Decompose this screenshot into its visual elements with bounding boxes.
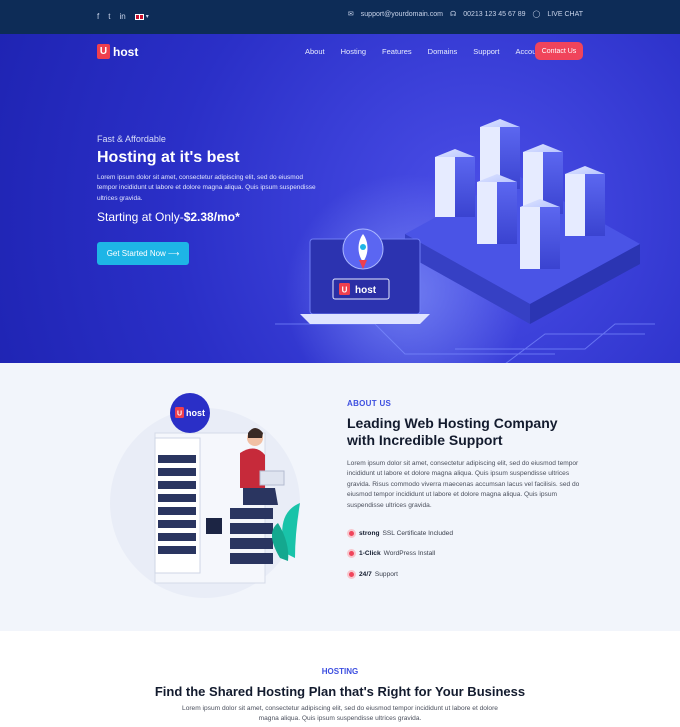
language-selector[interactable]: ▾ (134, 12, 149, 22)
badge-name: host (186, 408, 205, 418)
get-started-label: Get Started Now (106, 249, 166, 258)
feature-support-text: Support (374, 571, 398, 578)
hosting-body: Lorem ipsum dolor sit amet, consectetur … (182, 705, 498, 723)
router-box (206, 518, 222, 534)
arrow-right-icon: ⟶ (167, 249, 180, 258)
get-started-button[interactable]: Get Started Now ⟶ (97, 242, 189, 265)
facebook-icon[interactable]: f (97, 12, 99, 22)
feature-ssl-text: SSL Certificate Included (382, 530, 454, 537)
hero-price: Starting at Only-$2.38/mo* (97, 210, 240, 224)
check-badge-icon (347, 529, 356, 538)
chevron-down-icon: ▾ (145, 14, 149, 20)
price-value: $2.38/mo* (183, 210, 240, 224)
hosting-title: Find the Shared Hosting Plan that's Righ… (154, 684, 526, 699)
price-prefix: Starting at Only- (97, 210, 184, 224)
nav-item-support[interactable]: Support (473, 47, 499, 56)
twitter-icon[interactable]: t (108, 12, 110, 22)
contact-us-button[interactable]: Contact Us (535, 42, 583, 60)
feature-wordpress-text: WordPress Install (383, 550, 436, 557)
laptop-logo-mark: U (342, 286, 348, 295)
hero-illustration: U host (275, 119, 655, 363)
check-badge-icon (347, 549, 356, 558)
nav-item-about[interactable]: About (305, 47, 325, 56)
badge-mark: U (177, 411, 182, 418)
chat-icon: ◯ (532, 11, 541, 18)
about-kicker: ABOUT US (347, 399, 392, 408)
laptop-logo-name: host (355, 285, 377, 296)
feature-ssl-bold: strong (359, 530, 380, 537)
logo-mark: U (97, 44, 110, 59)
feature-wordpress-bold: 1-Click (359, 550, 381, 557)
about-illustration: U host (110, 393, 300, 598)
hero-title: Hosting at it's best (97, 149, 240, 166)
about-body: Lorem ipsum dolor sit amet, consectetur … (347, 460, 580, 509)
hero-section: U host About Hosting Features Domains Su… (0, 34, 680, 363)
contact-info: ✉ support@yourdomain.com ☊ 00213 123 45 … (347, 10, 583, 19)
mail-icon: ✉ (347, 11, 354, 18)
top-bar: f t in ▾ ✉ support@yourdomain.com ☊ 0021… (0, 0, 680, 34)
social-links: f t in ▾ (97, 12, 149, 22)
email-link[interactable]: support@yourdomain.com (361, 11, 443, 18)
hosting-section: HOSTING Find the Shared Hosting Plan tha… (0, 631, 680, 727)
live-chat-link[interactable]: LIVE CHAT (547, 11, 583, 18)
main-nav: About Hosting Features Domains Support A… (305, 47, 559, 56)
hero-tagline: Fast & Affordable (97, 134, 166, 144)
about-title: Leading Web Hosting Company with Incredi… (347, 415, 558, 448)
hosting-kicker: HOSTING (321, 667, 359, 676)
nav-item-hosting[interactable]: Hosting (341, 47, 366, 56)
check-badge-icon (347, 570, 356, 579)
logo-name: host (113, 44, 139, 59)
nav-item-domains[interactable]: Domains (428, 47, 458, 56)
phone-link[interactable]: 00213 123 45 67 89 (463, 11, 525, 18)
headset-icon: ☊ (449, 11, 457, 18)
feature-support-bold: 24/7 (359, 571, 372, 578)
linkedin-icon[interactable]: in (119, 12, 125, 22)
feature-ssl: strong SSL Certificate Included (347, 529, 453, 538)
feature-wordpress: 1-Click WordPress Install (347, 549, 435, 558)
nav-item-features[interactable]: Features (382, 47, 412, 56)
brand-logo[interactable]: U host (97, 44, 138, 59)
about-section: U host ABOUT US Leading Web Hosting Comp… (0, 363, 680, 631)
feature-support: 24/7 Support (347, 570, 398, 579)
laptop-illustration: U host (300, 228, 430, 324)
uk-flag-icon (134, 14, 144, 20)
